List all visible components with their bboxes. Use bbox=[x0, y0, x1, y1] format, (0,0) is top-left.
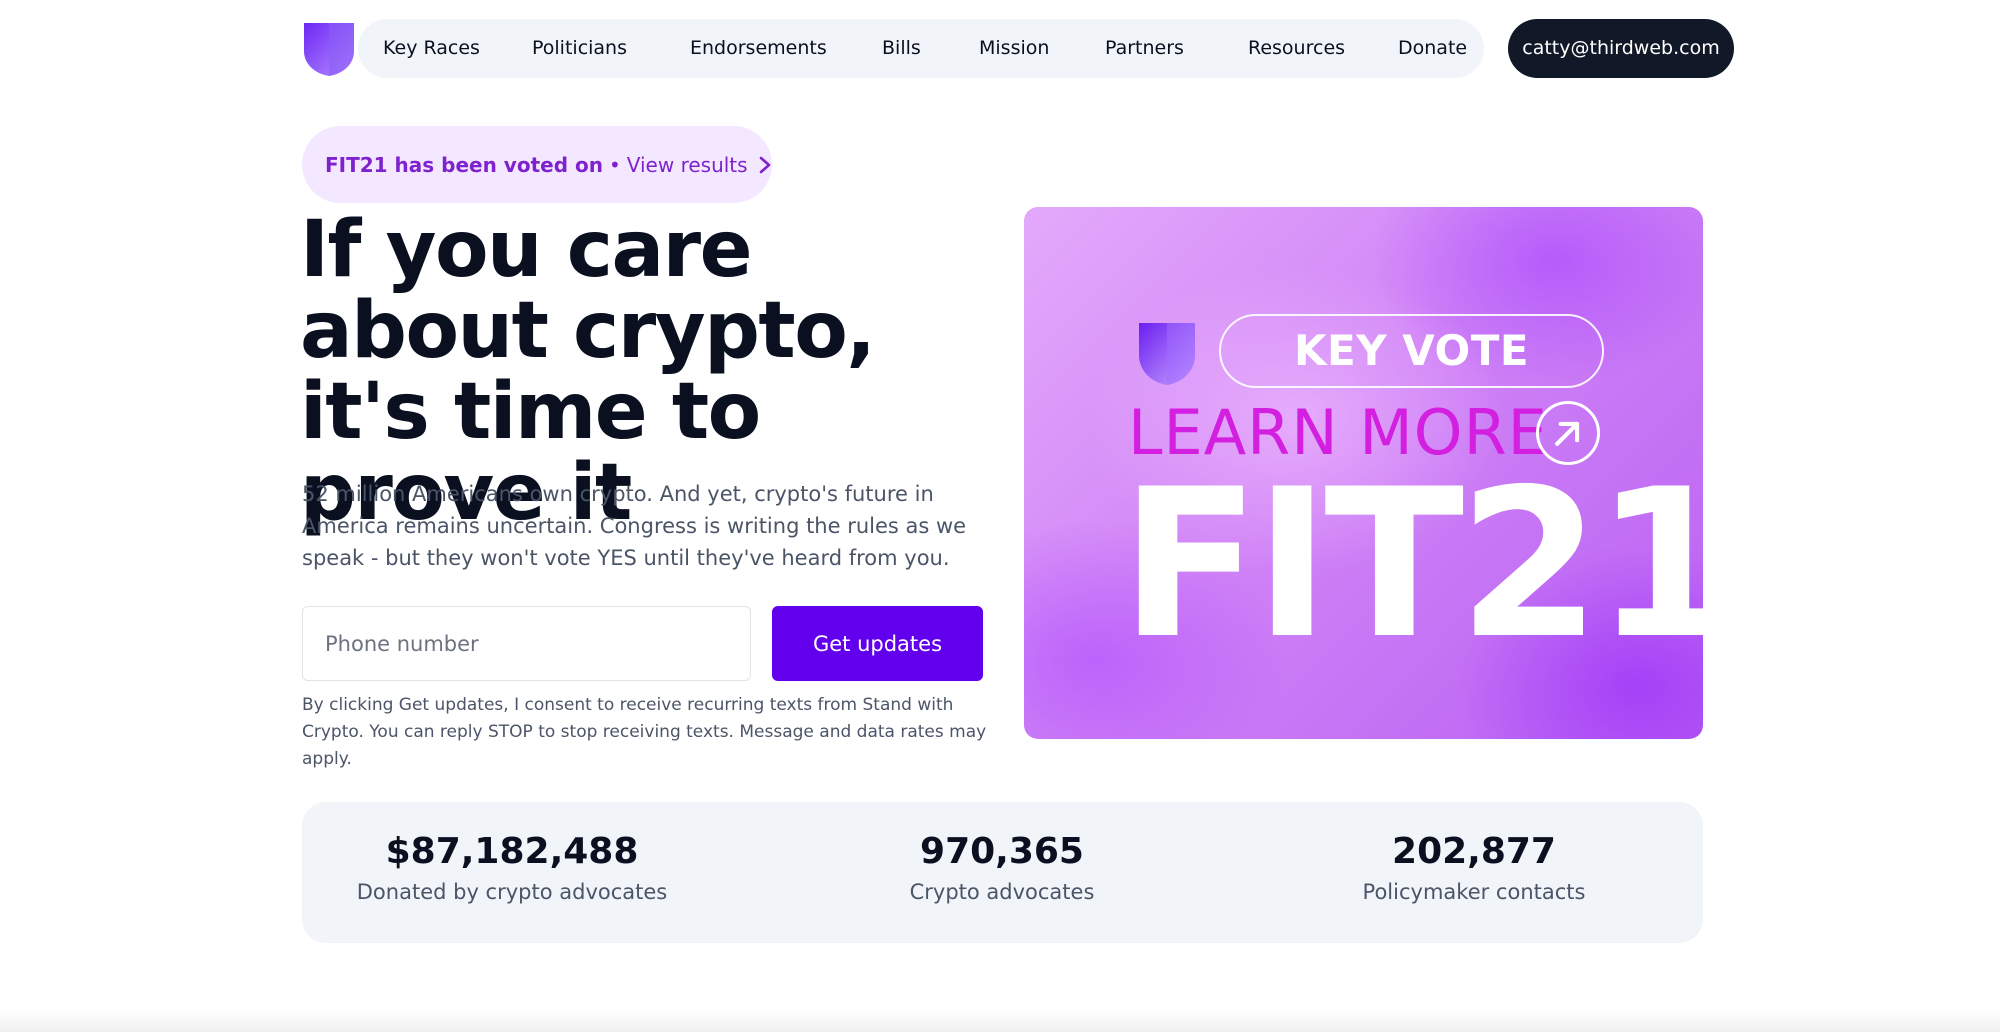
nav-item-key-races[interactable]: Key Races bbox=[383, 19, 480, 78]
stat-donated: $87,182,488 Donated by crypto advocates bbox=[302, 830, 722, 908]
nav-item-bills[interactable]: Bills bbox=[882, 19, 921, 78]
shield-icon bbox=[1139, 323, 1195, 385]
stat-label: Donated by crypto advocates bbox=[356, 880, 668, 904]
nav-item-donate[interactable]: Donate bbox=[1398, 19, 1467, 78]
announcement-separator: • bbox=[608, 152, 621, 177]
nav-item-partners[interactable]: Partners bbox=[1105, 19, 1184, 78]
nav-item-resources[interactable]: Resources bbox=[1248, 19, 1345, 78]
chevron-right-icon bbox=[759, 156, 770, 173]
view-results-link[interactable]: View results bbox=[627, 153, 748, 177]
shield-logo-icon[interactable] bbox=[302, 21, 356, 77]
stat-value: 202,877 bbox=[1392, 831, 1556, 872]
stat-label: Crypto advocates bbox=[909, 880, 1095, 904]
account-button[interactable]: catty@thirdweb.com bbox=[1508, 19, 1734, 78]
main-nav: Key Races Politicians Endorsements Bills… bbox=[358, 19, 1484, 78]
get-updates-button[interactable]: Get updates bbox=[772, 606, 983, 681]
banner-title: FIT21 bbox=[1120, 446, 1703, 684]
fit21-banner[interactable]: KEY VOTE LEARN MORE FIT21 bbox=[1024, 207, 1703, 739]
stat-policymaker-contacts: 202,877 Policymaker contacts bbox=[1264, 830, 1684, 908]
hero-subtext: 52 million Americans own crypto. And yet… bbox=[302, 482, 967, 570]
stat-advocates: 970,365 Crypto advocates bbox=[792, 830, 1212, 908]
phone-input[interactable] bbox=[302, 606, 751, 681]
consent-text: By clicking Get updates, I consent to re… bbox=[302, 695, 987, 769]
announcement-pill[interactable]: FIT21 has been voted on • View results bbox=[302, 126, 772, 203]
stat-value: 970,365 bbox=[920, 831, 1084, 872]
nav-item-mission[interactable]: Mission bbox=[979, 19, 1049, 78]
announcement-title: FIT21 has been voted on bbox=[325, 152, 603, 177]
stat-value: $87,182,488 bbox=[385, 831, 639, 872]
nav-item-endorsements[interactable]: Endorsements bbox=[690, 19, 827, 78]
key-vote-badge: KEY VOTE bbox=[1219, 314, 1604, 388]
nav-item-politicians[interactable]: Politicians bbox=[532, 19, 627, 78]
stat-label: Policymaker contacts bbox=[1362, 880, 1586, 904]
stats-panel: $87,182,488 Donated by crypto advocates … bbox=[302, 802, 1703, 943]
section-divider-shadow bbox=[0, 1010, 2000, 1032]
